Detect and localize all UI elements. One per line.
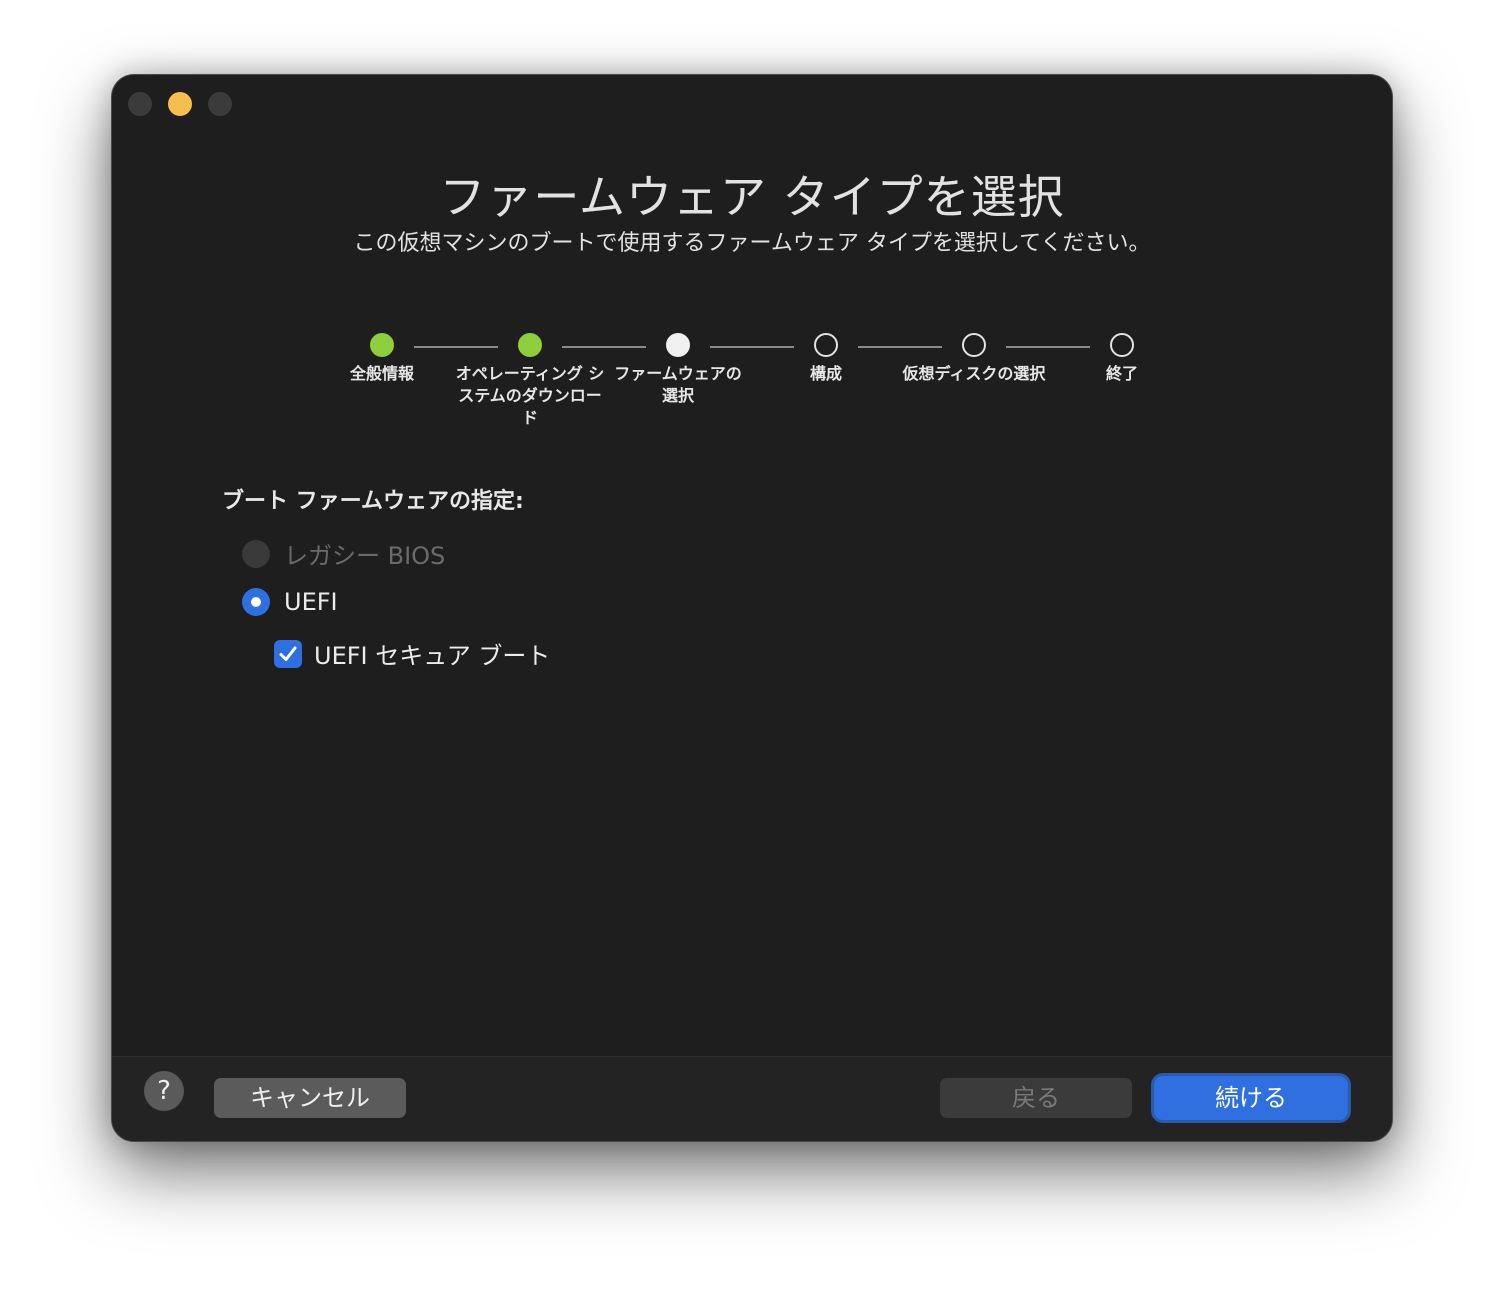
step-configuration: 構成	[751, 333, 901, 385]
step-virtual-disk: 仮想ディスクの選択	[899, 333, 1049, 385]
setup-assistant-window: ファームウェア タイプを選択 この仮想マシンのブートで使用するファームウェア タ…	[112, 75, 1392, 1141]
zoom-window-button[interactable]	[208, 92, 232, 116]
uefi-secure-boot-checkbox[interactable]	[274, 639, 302, 668]
step-pending-dot	[1110, 333, 1134, 357]
step-label: 終了	[1105, 364, 1138, 383]
page-title: ファームウェア タイプを選択	[439, 170, 1065, 224]
page-subtitle: この仮想マシンのブートで使用するファームウェア タイプを選択してください。	[353, 231, 1151, 256]
back-button[interactable]: 戻る	[940, 1078, 1132, 1118]
uefi-option[interactable]: UEFI	[242, 588, 338, 616]
step-finish: 終了	[1047, 333, 1197, 385]
close-window-button[interactable]	[128, 92, 152, 116]
checkmark-icon	[279, 646, 297, 661]
uefi-radio[interactable]	[242, 588, 270, 616]
step-label: 全般情報	[349, 364, 414, 383]
minimize-window-button[interactable]	[168, 92, 192, 116]
step-complete-dot	[370, 333, 394, 357]
step-pending-dot	[814, 333, 838, 357]
step-os-download: オペレーティング システムのダウンロード	[455, 333, 605, 429]
step-label: 仮想ディスクの選択	[902, 364, 1046, 383]
uefi-secure-boot-option[interactable]: UEFI セキュア ブート	[274, 636, 550, 671]
boot-firmware-label: ブート ファームウェアの指定:	[222, 489, 524, 514]
step-complete-dot	[518, 333, 542, 357]
legacy-bios-radio	[242, 539, 270, 568]
progress-stepper: 全般情報 オペレーティング システムのダウンロード ファームウェアの選択 構成 …	[112, 333, 1392, 443]
step-label: 構成	[809, 364, 842, 383]
uefi-label: UEFI	[284, 588, 338, 616]
continue-button[interactable]: 続ける	[1154, 1076, 1348, 1120]
help-button[interactable]: ?	[144, 1071, 184, 1111]
step-pending-dot	[962, 333, 986, 357]
step-label: オペレーティング システムのダウンロード	[455, 364, 605, 427]
cancel-button[interactable]: キャンセル	[214, 1078, 406, 1118]
step-general-info: 全般情報	[307, 333, 457, 385]
footer-bar: ? キャンセル 戻る 続ける	[112, 1056, 1392, 1141]
uefi-secure-boot-label: UEFI セキュア ブート	[314, 642, 551, 670]
legacy-bios-option: レガシー BIOS	[242, 536, 445, 571]
step-label: ファームウェアの選択	[614, 364, 742, 405]
legacy-bios-label: レガシー BIOS	[284, 542, 446, 570]
step-current-dot	[666, 333, 690, 357]
step-firmware-select: ファームウェアの選択	[603, 333, 753, 407]
